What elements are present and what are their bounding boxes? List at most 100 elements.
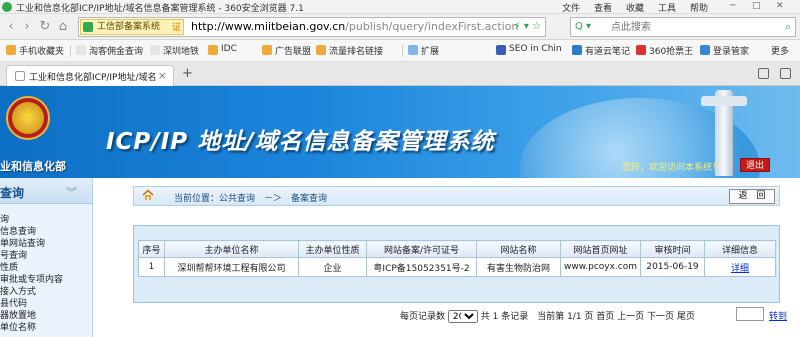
bookmark-label: 360抢票王	[649, 47, 694, 57]
back-button[interactable]: 返 回	[729, 189, 775, 204]
speed-mode-icon[interactable]: ⚡ ▾ ☆	[514, 21, 541, 32]
breadcrumb: 当前位置：公共查询 －＞ 备案查询	[174, 194, 328, 204]
cell-org-type: 企业	[298, 257, 367, 277]
col-index: 序号	[138, 240, 165, 258]
ministry-name: 业和信息化部	[0, 160, 66, 173]
forward-arrow-icon[interactable]: ›	[20, 20, 34, 34]
detail-link[interactable]: 详细	[731, 264, 749, 274]
address-toolbar: ‹ › ↻ ⌂ 工信部备案系统 证 http://www.miitbeian.g…	[0, 14, 800, 40]
menu-file[interactable]: 文件	[562, 1, 580, 14]
cell-detail: 详细	[704, 257, 776, 277]
bookmark-label: 扩展	[421, 47, 440, 57]
bookmark-icon	[636, 45, 646, 55]
home-nav-icon[interactable]: ⌂	[56, 20, 70, 34]
close-window-icon[interactable]: ✕	[776, 1, 784, 11]
bookmark-item[interactable]: IDC	[208, 44, 237, 55]
bookmark-label: 淘客佣金查询	[89, 47, 144, 57]
col-site-url: 网站首页网址	[560, 240, 641, 258]
window-title: 工业和信息化部ICP/IP地址/域名信息备案管理系统 - 360安全浏览器 7.…	[16, 4, 304, 14]
site-header: 业和信息化部 ICP/IP 地址/域名信息备案管理系统 您好，欢迎访问本系统！ …	[0, 86, 800, 178]
logout-button[interactable]: 退出	[740, 158, 770, 172]
pager-summary: 共 1 条记录 当前第 1/1 页 首页 上一页 下一页 尾页	[480, 312, 695, 322]
back-arrow-icon[interactable]: ‹	[4, 20, 18, 34]
tab-bar: 工业和信息化部ICP/IP地址/域名 × +	[0, 62, 800, 86]
results-table: 序号 主办单位名称 主办单位性质 网站备案/许可证号 网站名称 网站首页网址 审…	[138, 240, 776, 277]
url-field[interactable]: 工信部备案系统 证 http://www.miitbeian.gov.cn/pu…	[78, 17, 546, 37]
url-host: http://www.miitbeian.gov.cn	[191, 20, 346, 33]
welcome-message: 您好，欢迎访问本系统！	[622, 163, 722, 173]
bookmark-item[interactable]: 手机收藏夹	[6, 44, 64, 57]
bookmark-icon	[6, 45, 16, 55]
bookmark-item[interactable]: 淘客佣金查询	[76, 44, 143, 57]
bookmark-label: 流量排名链接	[329, 47, 384, 57]
menu-favorites[interactable]: 收藏	[626, 1, 644, 14]
cell-site-name: 有害生物防治网	[476, 257, 561, 277]
search-engine-icon[interactable]: Q ▾	[575, 21, 591, 32]
bookmark-label: 有道云笔记	[585, 47, 631, 57]
shield-icon	[83, 22, 93, 32]
bookmark-icon	[208, 45, 218, 55]
sidebar-item[interactable]: 单位名称	[0, 320, 36, 333]
bookmark-item[interactable]: SEO in Chin	[496, 44, 562, 55]
menu-tools[interactable]: 工具	[658, 1, 676, 14]
close-tab-icon[interactable]: ×	[158, 69, 167, 82]
bookmark-item[interactable]: 更多	[758, 44, 789, 57]
tab-list-icon[interactable]	[780, 68, 791, 79]
site-verified-badge[interactable]: 工信部备案系统 证	[80, 19, 184, 35]
breadcrumb-bar: 当前位置：公共查询 －＞ 备案查询	[133, 186, 780, 206]
per-page-label: 每页记录数	[400, 312, 446, 322]
refresh-icon[interactable]: ↻	[38, 20, 52, 34]
search-icon[interactable]: ⌕	[785, 20, 791, 34]
cell-org-name: 深圳帮帮环境工程有限公司	[164, 257, 299, 277]
bookmark-separator	[70, 45, 71, 57]
sidebar-title: 查询	[0, 186, 25, 200]
bookmark-icon	[700, 45, 710, 55]
bookmark-item[interactable]: 有道云笔记	[572, 44, 630, 57]
maximize-icon[interactable]: □	[752, 1, 761, 11]
page-icon	[15, 71, 25, 81]
pager: 每页记录数 20 共 1 条记录 当前第 1/1 页 首页 上一页 下一页 尾页	[400, 309, 695, 323]
bookmark-icon	[316, 45, 326, 55]
bookmark-label: 手机收藏夹	[19, 47, 65, 57]
url-text[interactable]: http://www.miitbeian.gov.cn/publish/quer…	[191, 20, 518, 33]
goto-link[interactable]: 转到	[769, 309, 787, 322]
bookmarks-bar: 手机收藏夹 淘客佣金查询 深圳地铁 IDC 广告联盟 流量排名链接 扩展 SEO in Chi…	[0, 40, 800, 62]
bookmark-item[interactable]: 360抢票王	[636, 44, 693, 57]
page-number-input[interactable]	[736, 307, 764, 321]
bookmark-icon	[150, 45, 160, 55]
table-header-row: 序号 主办单位名称 主办单位性质 网站备案/许可证号 网站名称 网站首页网址 审…	[138, 240, 776, 258]
bookmark-item[interactable]: 登录管家	[700, 44, 749, 57]
bookmark-icon	[496, 45, 506, 55]
window-title-bar: 工业和信息化部ICP/IP地址/域名信息备案管理系统 - 360安全浏览器 7.…	[0, 0, 800, 14]
tab-title: 工业和信息化部ICP/IP地址/域名	[29, 73, 157, 83]
new-tab-button[interactable]: +	[182, 66, 193, 81]
bookmark-item[interactable]: 广告联盟	[262, 44, 311, 57]
browser-logo-icon	[2, 2, 12, 12]
tab-icp-query[interactable]: 工业和信息化部ICP/IP地址/域名 ×	[6, 65, 174, 86]
national-emblem-icon	[6, 96, 50, 140]
restore-tab-icon[interactable]	[758, 68, 769, 79]
bookmark-icon	[262, 45, 272, 55]
bookmark-item[interactable]: 深圳地铁	[150, 44, 199, 57]
col-org-type: 主办单位性质	[298, 240, 367, 258]
menu-view[interactable]: 查看	[594, 1, 612, 14]
verified-badge-label: 工信部备案系统	[97, 22, 161, 32]
menu-help[interactable]: 帮助	[690, 1, 708, 14]
minimize-icon[interactable]: ─	[730, 1, 735, 11]
table-row: 1 深圳帮帮环境工程有限公司 企业 粤ICP备15052351号-2 有害生物防…	[138, 257, 776, 277]
col-site-name: 网站名称	[476, 240, 561, 258]
sidebar: 查询 ︾ 询信息查询 单网站查询 号查询 性质 审批或专项内容 接入方式 县代码 器放置地 单位…	[0, 178, 93, 337]
search-input[interactable]	[611, 20, 781, 34]
system-title: ICP/IP 地址/域名信息备案管理系统	[106, 129, 495, 155]
bookmark-label: 更多	[771, 47, 790, 57]
search-box[interactable]: Q ▾ ⌕	[570, 17, 796, 37]
home-icon[interactable]	[142, 189, 154, 201]
per-page-select[interactable]: 20	[447, 310, 478, 323]
bookmark-item[interactable]: 扩展	[408, 44, 439, 57]
bookmark-item[interactable]: 流量排名链接	[316, 44, 383, 57]
cell-license: 粤ICP备15052351号-2	[366, 257, 477, 277]
sidebar-header[interactable]: 查询 ︾	[0, 178, 92, 204]
collapse-chevron-icon[interactable]: ︾	[66, 184, 77, 200]
cell-index: 1	[138, 257, 165, 277]
bookmark-label: 深圳地铁	[163, 47, 200, 57]
